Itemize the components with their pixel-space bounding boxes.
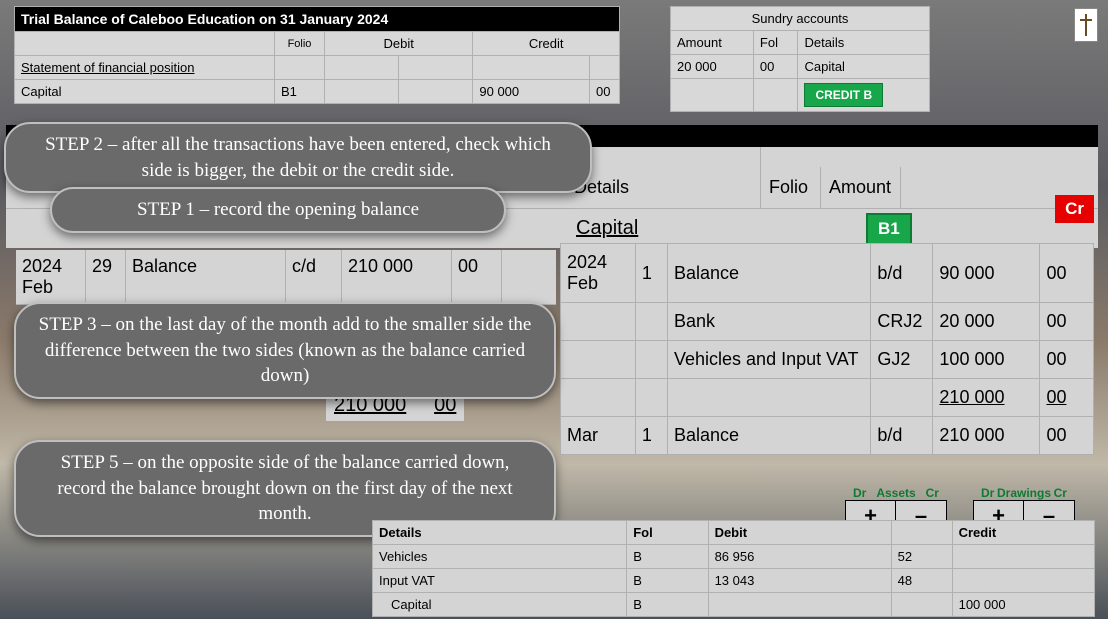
- credit-b-button[interactable]: CREDIT B: [804, 83, 883, 107]
- cr-tag: Cr: [1055, 195, 1094, 223]
- mini-journal-table: Details Fol Debit Credit Vehicles B 86 9…: [372, 520, 1095, 617]
- step-1-bubble: STEP 1 – record the opening balance: [50, 187, 506, 233]
- ledger-credit-side: 2024 Feb 1 Balance b/d 90 000 00 Bank CR…: [560, 243, 1094, 455]
- step-3-bubble: STEP 3 – on the last day of the month ad…: [14, 302, 556, 399]
- sundry-accounts-table: Sundry accounts Amount Fol Details 20 00…: [670, 6, 930, 112]
- b1-tag: B1: [866, 213, 912, 245]
- step-2-bubble: STEP 2 – after all the transactions have…: [4, 122, 592, 193]
- ledger-debit-side: 2024 Feb 29 Balance c/d 210 000 00: [16, 250, 556, 305]
- cross-icon: [1074, 8, 1098, 42]
- trial-balance-table: Trial Balance of Caleboo Education on 31…: [14, 6, 620, 104]
- trial-balance-title: Trial Balance of Caleboo Education on 31…: [15, 7, 620, 32]
